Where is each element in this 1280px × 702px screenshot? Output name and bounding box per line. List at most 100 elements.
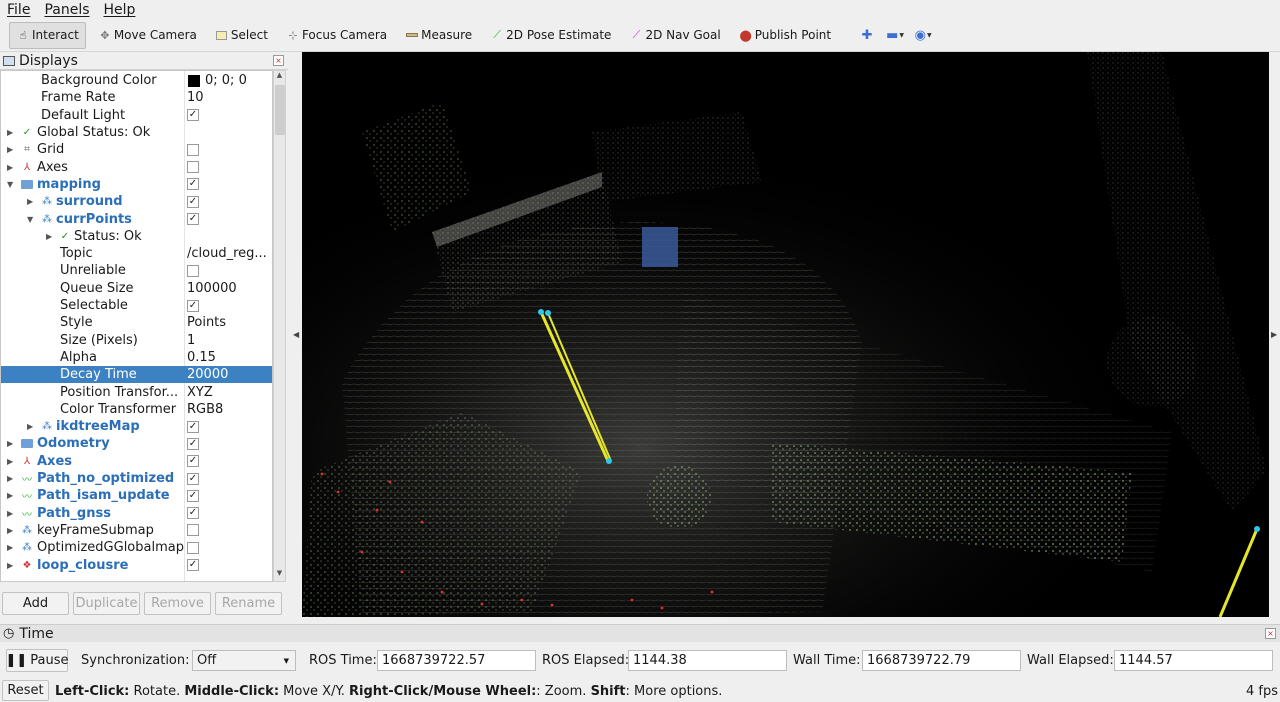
pause-button[interactable]: ❚❚ Pause: [5, 649, 69, 672]
menu-panels[interactable]: Panels: [41, 2, 92, 18]
checkbox[interactable]: ✓: [187, 455, 199, 468]
close-icon[interactable]: ×: [1265, 628, 1276, 639]
display-axes[interactable]: ▶ ⅄ Axes: [1, 159, 272, 176]
display-keyframesubmap[interactable]: ▶ ⁂ keyFrameSubmap: [1, 522, 272, 539]
property-value[interactable]: 10: [187, 90, 271, 105]
property-value[interactable]: 0; 0; 0: [205, 73, 272, 88]
expand-arrow-icon[interactable]: ▶: [7, 509, 13, 518]
checkbox[interactable]: ✓: [187, 437, 199, 450]
checkbox[interactable]: ✓: [187, 507, 199, 520]
measure-tool-button[interactable]: Measure: [399, 22, 478, 49]
rename-display-button[interactable]: Rename: [215, 592, 282, 615]
select-tool-button[interactable]: Select: [209, 22, 274, 49]
pose-estimate-tool-button[interactable]: ⟋ 2D Pose Estimate: [484, 22, 617, 49]
expand-arrow-icon[interactable]: ▶: [7, 526, 13, 535]
display-mapping[interactable]: ▼ mapping ✓: [1, 176, 272, 193]
expand-arrow-icon[interactable]: ▶: [7, 543, 13, 552]
property-value[interactable]: Points: [187, 315, 271, 330]
display-surround[interactable]: ▶ ⁂ surround ✓: [1, 193, 272, 210]
collapse-arrow-icon[interactable]: ▼: [27, 215, 33, 224]
property-value[interactable]: XYZ: [187, 385, 271, 400]
checkbox[interactable]: ✓: [187, 489, 199, 502]
expand-arrow-icon[interactable]: ▶: [7, 145, 13, 154]
move-camera-tool-button[interactable]: ✥ Move Camera: [92, 22, 203, 49]
render-viewport[interactable]: [302, 52, 1269, 617]
display-currpoints-status[interactable]: ▶ ✓ Status: Ok: [1, 228, 272, 245]
checkbox[interactable]: ✓: [187, 559, 199, 572]
display-path-isam-update[interactable]: ▶ 〰 Path_isam_update ✓: [1, 487, 272, 504]
display-loop-clousre[interactable]: ▶ ❖ loop_clousre ✓: [1, 556, 272, 573]
property-value[interactable]: RGB8: [187, 402, 271, 417]
collapse-left-panel-icon[interactable]: ◀: [293, 330, 299, 339]
ros-time-field[interactable]: 1668739722.57: [377, 650, 536, 671]
scrollbar-thumb[interactable]: [275, 85, 285, 135]
display-ikdtreemap[interactable]: ▶ ⁂ ikdtreeMap ✓: [1, 418, 272, 435]
expand-arrow-icon[interactable]: ▶: [7, 439, 13, 448]
wall-time-field[interactable]: 1668739722.79: [862, 650, 1021, 671]
property-topic[interactable]: Topic /cloud_reg...: [1, 245, 272, 262]
nav-goal-tool-button[interactable]: ⟋ 2D Nav Goal: [623, 22, 726, 49]
display-odometry[interactable]: ▶ Odometry ✓: [1, 435, 272, 452]
property-value[interactable]: /cloud_reg...: [187, 246, 271, 261]
expand-arrow-icon[interactable]: ▶: [7, 163, 13, 172]
checkbox[interactable]: [187, 524, 199, 537]
checkbox[interactable]: [187, 161, 199, 174]
checkbox[interactable]: ✓: [187, 472, 199, 485]
checkbox[interactable]: [187, 264, 199, 277]
property-color-transformer[interactable]: Color Transformer RGB8: [1, 401, 272, 418]
property-frame-rate[interactable]: Frame Rate 10: [1, 89, 272, 106]
expand-arrow-icon[interactable]: ▶: [7, 474, 13, 483]
checkbox[interactable]: ✓: [187, 213, 199, 226]
scroll-down-icon[interactable]: ▼: [274, 569, 285, 581]
display-path-gnss[interactable]: ▶ 〰 Path_gnss ✓: [1, 505, 272, 522]
duplicate-display-button[interactable]: Duplicate: [73, 592, 140, 615]
expand-arrow-icon[interactable]: ▶: [7, 128, 13, 137]
checkbox[interactable]: ✓: [187, 420, 199, 433]
displays-scrollbar[interactable]: ▲ ▼: [273, 70, 286, 582]
property-selectable[interactable]: Selectable ✓: [1, 297, 272, 314]
color-swatch[interactable]: [188, 75, 200, 87]
checkbox[interactable]: [187, 541, 199, 554]
checkbox[interactable]: ✓: [187, 178, 199, 191]
remove-tool-button[interactable]: ▬ ▼: [881, 22, 909, 49]
wall-elapsed-field[interactable]: 1144.57: [1114, 650, 1273, 671]
display-global-status[interactable]: ▶ ✓ Global Status: Ok: [1, 124, 272, 141]
display-currpoints[interactable]: ▼ ⁂ currPoints ✓: [1, 210, 272, 227]
property-unreliable[interactable]: Unreliable: [1, 262, 272, 279]
checkbox[interactable]: [187, 143, 199, 156]
property-value[interactable]: 100000: [187, 281, 271, 296]
property-value[interactable]: 0.15: [187, 350, 271, 365]
property-value[interactable]: 20000: [187, 367, 271, 382]
property-queue-size[interactable]: Queue Size 100000: [1, 280, 272, 297]
property-size-pixels[interactable]: Size (Pixels) 1: [1, 332, 272, 349]
focus-camera-tool-button[interactable]: ⊹ Focus Camera: [280, 22, 393, 49]
display-grid[interactable]: ▶ ⌗ Grid: [1, 141, 272, 158]
property-alpha[interactable]: Alpha 0.15: [1, 349, 272, 366]
property-style[interactable]: Style Points: [1, 314, 272, 331]
checkbox[interactable]: ✓: [187, 195, 199, 208]
publish-point-tool-button[interactable]: ⬤ Publish Point: [733, 22, 837, 49]
menu-help[interactable]: Help: [101, 2, 139, 18]
view-tool-button[interactable]: ◉ ▼: [909, 22, 937, 49]
close-icon[interactable]: ×: [273, 55, 284, 66]
expand-arrow-icon[interactable]: ▶: [46, 232, 52, 241]
display-path-no-optimized[interactable]: ▶ 〰 Path_no_optimized ✓: [1, 470, 272, 487]
property-value[interactable]: 1: [187, 333, 271, 348]
expand-arrow-icon[interactable]: ▶: [27, 197, 33, 206]
menu-file[interactable]: File: [4, 2, 33, 18]
checkbox[interactable]: ✓: [187, 299, 199, 312]
synchronization-select[interactable]: Off ▼: [192, 650, 296, 671]
scroll-up-icon[interactable]: ▲: [274, 71, 285, 83]
expand-arrow-icon[interactable]: ▶: [27, 422, 33, 431]
collapse-arrow-icon[interactable]: ▼: [7, 180, 13, 189]
property-decay-time[interactable]: Decay Time 20000: [1, 366, 272, 384]
interact-tool-button[interactable]: ☝ Interact: [9, 21, 86, 49]
collapse-right-panel-icon[interactable]: ▶: [1271, 330, 1277, 339]
property-default-light[interactable]: Default Light ✓: [1, 107, 272, 124]
expand-arrow-icon[interactable]: ▶: [7, 561, 13, 570]
checkbox[interactable]: ✓: [187, 109, 199, 122]
expand-arrow-icon[interactable]: ▶: [7, 457, 13, 466]
expand-arrow-icon[interactable]: ▶: [7, 491, 13, 500]
ros-elapsed-field[interactable]: 1144.38: [628, 650, 787, 671]
display-axes-2[interactable]: ▶ ⅄ Axes ✓: [1, 453, 272, 470]
